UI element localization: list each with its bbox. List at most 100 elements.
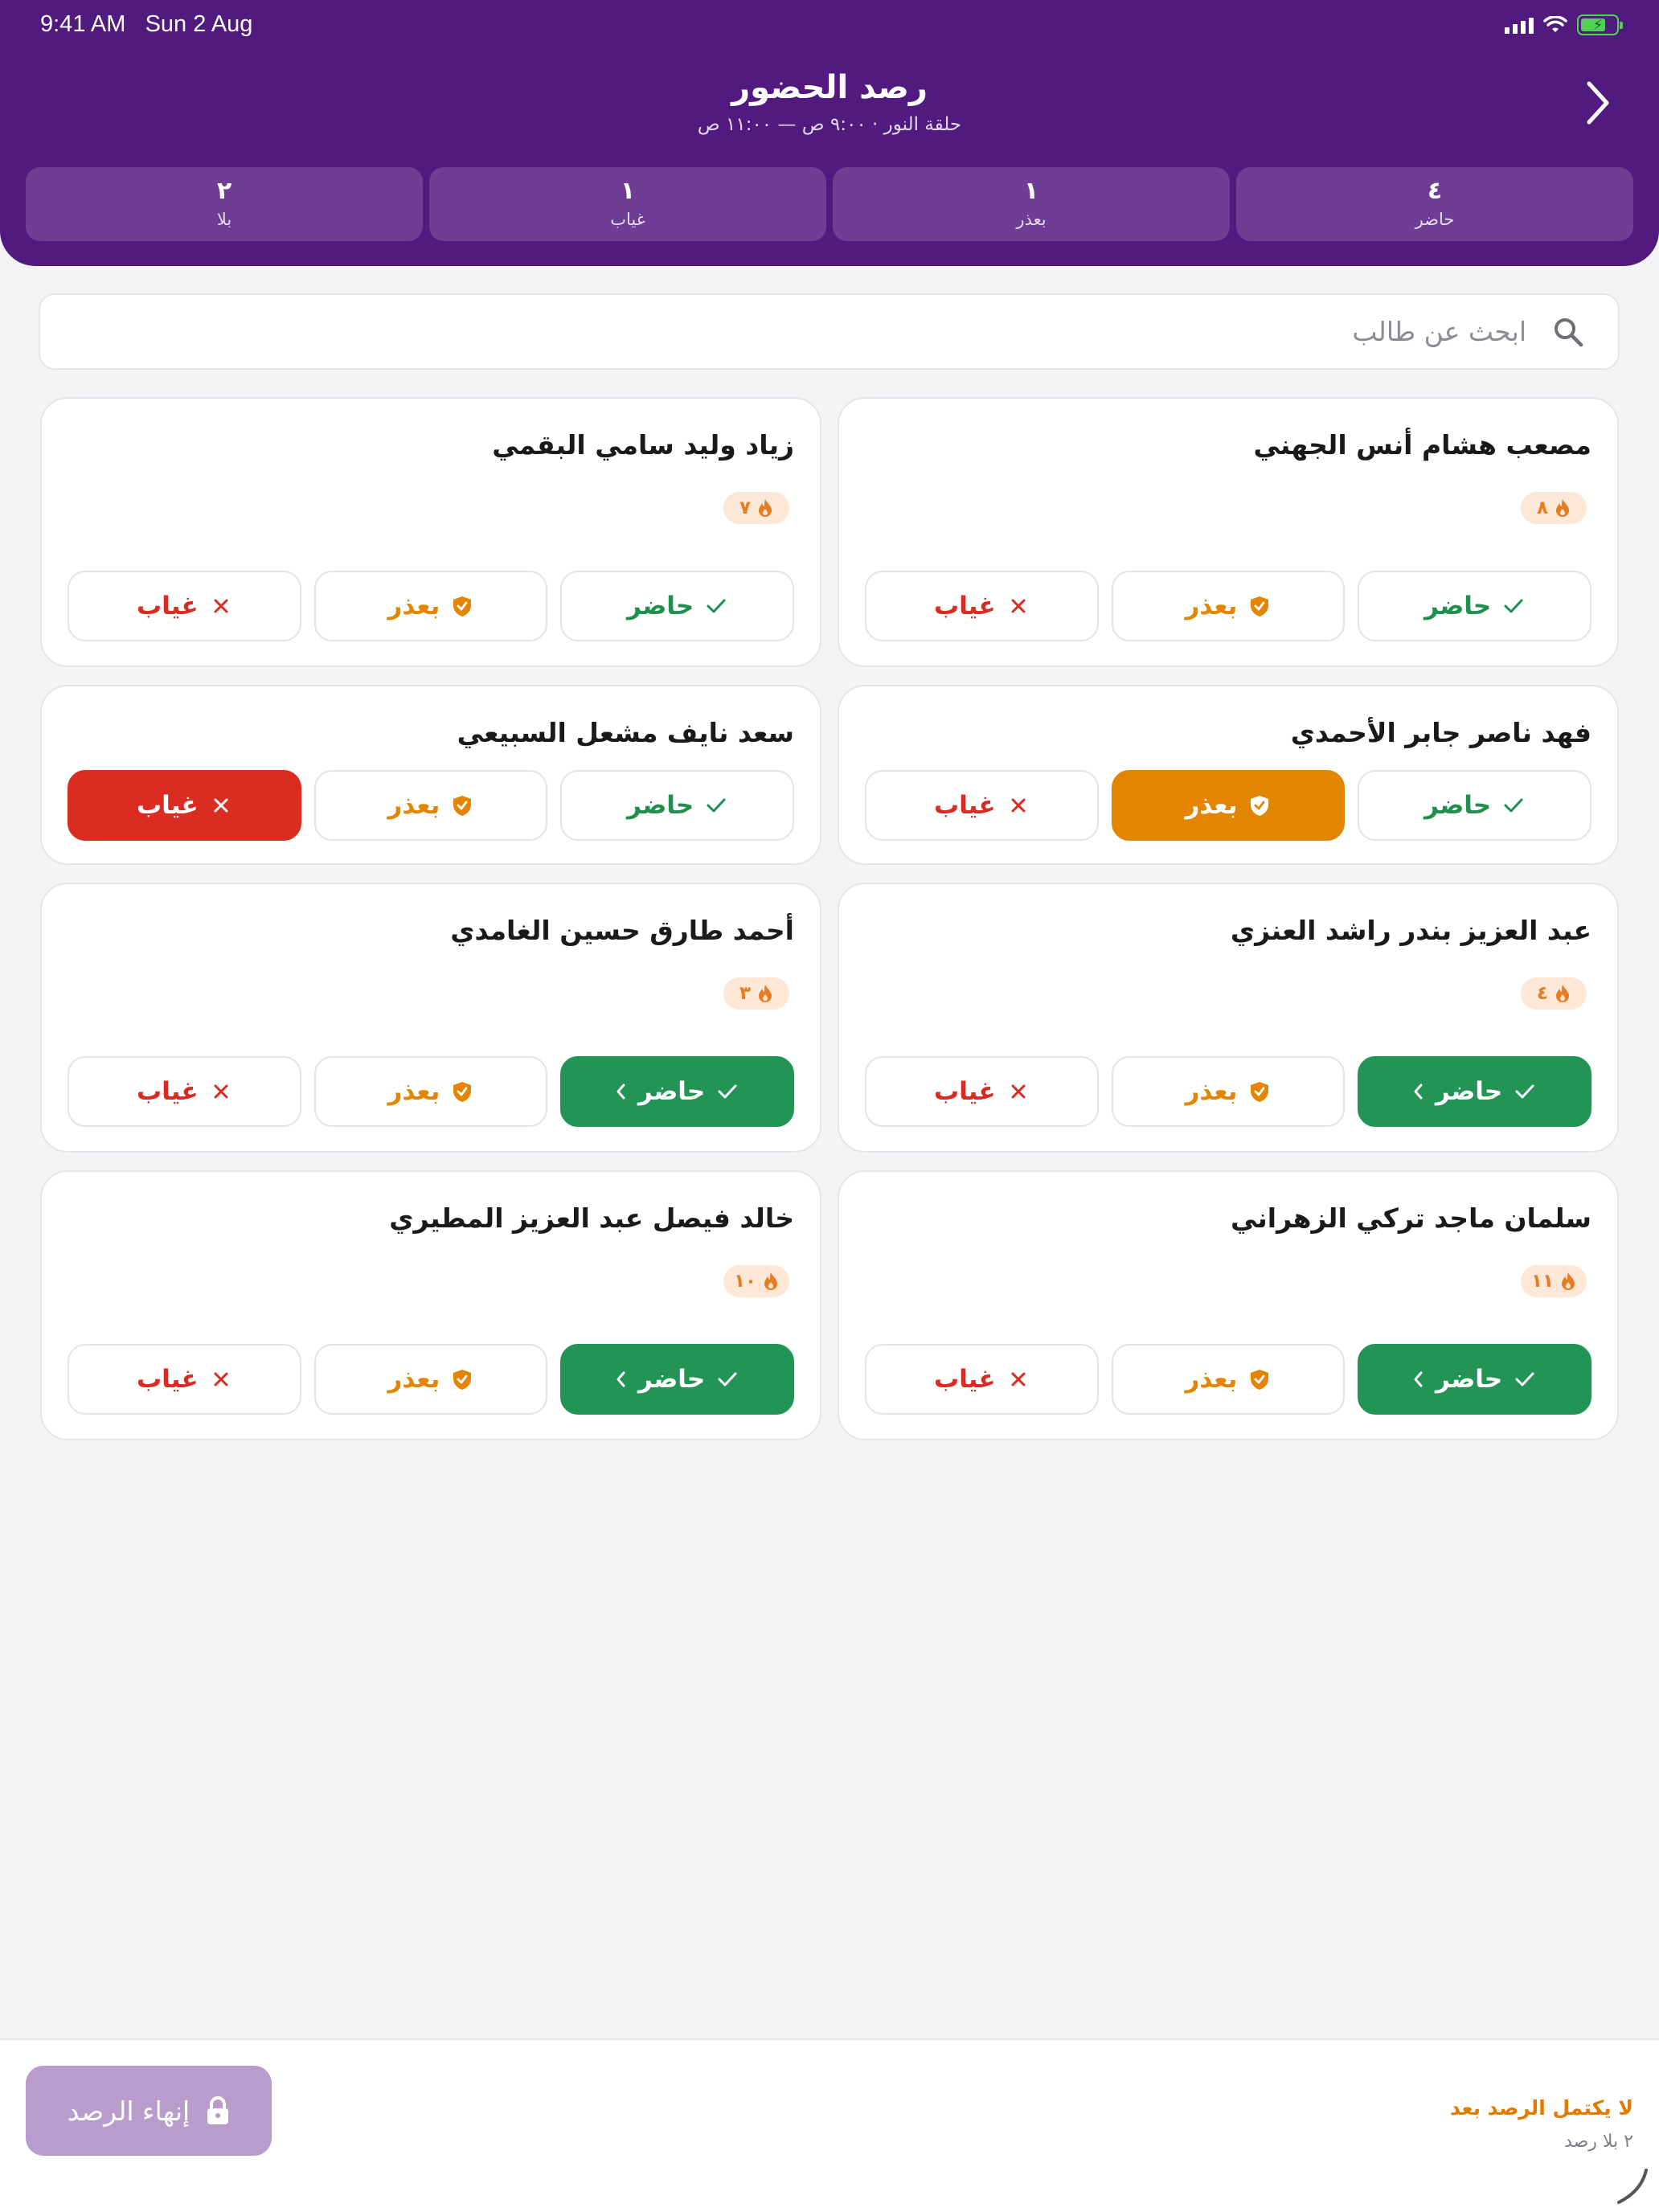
battery-icon: ⚡ xyxy=(1577,14,1623,35)
present-label: حاضر xyxy=(638,1077,706,1106)
absent-button[interactable]: غياب xyxy=(67,571,301,641)
present-button[interactable]: حاضر xyxy=(560,1344,794,1415)
stat-label: غياب xyxy=(610,210,645,229)
flame-icon xyxy=(764,1272,778,1290)
absent-label: غياب xyxy=(934,1077,996,1106)
flame-icon xyxy=(759,499,772,517)
check-icon xyxy=(1504,599,1523,613)
absent-button[interactable]: غياب xyxy=(864,571,1099,641)
attendance-buttons: حاضر بعذر غياب xyxy=(67,571,794,641)
absent-button[interactable]: غياب xyxy=(67,1056,301,1127)
absent-button[interactable]: غياب xyxy=(864,1344,1099,1415)
attendance-stats: ٤ حاضر ١ بعذر ١ غياب ٢ بلا xyxy=(26,167,1633,241)
excused-label: بعذر xyxy=(1185,1077,1238,1106)
attendance-buttons: حاضر بعذر غياب xyxy=(67,1056,794,1127)
attendance-buttons: حاضر بعذر غياب xyxy=(864,571,1591,641)
streak-count: ٧ xyxy=(739,498,752,518)
page-subtitle: حلقة النور · ٩:٠٠ ص — ١١:٠٠ ص xyxy=(697,114,962,135)
absent-label: غياب xyxy=(137,1077,199,1106)
search-icon xyxy=(1555,317,1583,346)
streak-badge: ١٠ xyxy=(723,1265,789,1297)
stat-value: ١ xyxy=(1023,177,1039,205)
excused-button[interactable]: بعذر xyxy=(1111,571,1346,641)
stat-label: بعذر xyxy=(1016,210,1047,229)
absent-label: غياب xyxy=(934,592,996,621)
excused-label: بعذر xyxy=(387,1077,440,1106)
present-label: حاضر xyxy=(1424,592,1492,621)
student-card: زياد وليد سامي البقمي ٧ حاضر بعذر غياب xyxy=(40,397,821,667)
finish-attendance-button[interactable]: إنهاء الرصد xyxy=(26,2066,272,2156)
excused-button[interactable]: بعذر xyxy=(313,1344,548,1415)
wifi-icon xyxy=(1543,16,1567,32)
streak-count: ٣ xyxy=(739,983,752,1004)
present-button[interactable]: حاضر xyxy=(1358,1056,1591,1127)
check-icon xyxy=(1504,798,1523,813)
shield-check-icon xyxy=(1251,596,1269,616)
excused-button[interactable]: بعذر xyxy=(313,770,548,841)
excused-label: بعذر xyxy=(387,592,440,621)
shield-check-icon xyxy=(453,1082,472,1102)
shield-check-icon xyxy=(453,596,472,616)
present-label: حاضر xyxy=(1436,1365,1503,1394)
streak-badge: ٨ xyxy=(1521,492,1587,524)
student-card: مصعب هشام أنس الجهني ٨ حاضر بعذر غياب xyxy=(838,397,1619,667)
search-bar[interactable] xyxy=(39,293,1620,370)
shield-check-icon xyxy=(453,796,472,816)
present-button[interactable]: حاضر xyxy=(1358,1344,1591,1415)
stat-value: ١ xyxy=(620,177,636,205)
student-name: عبد العزيز بندر راشد العنزي xyxy=(1230,915,1591,946)
x-icon xyxy=(1011,798,1026,813)
check-icon xyxy=(707,599,726,613)
absent-button[interactable]: غياب xyxy=(864,770,1099,841)
x-icon xyxy=(1011,1084,1026,1099)
stat-absent: ١ غياب xyxy=(429,167,826,241)
present-button[interactable]: حاضر xyxy=(560,1056,794,1127)
absent-button[interactable]: غياب xyxy=(864,1056,1099,1127)
x-icon xyxy=(214,599,228,613)
stat-label: بلا xyxy=(216,210,232,229)
streak-badge: ٤ xyxy=(1521,977,1587,1010)
shield-check-icon xyxy=(1251,796,1269,816)
search-input[interactable] xyxy=(40,316,1526,347)
shield-check-icon xyxy=(1251,1370,1269,1390)
excused-label: بعذر xyxy=(1185,791,1238,820)
excused-button[interactable]: بعذر xyxy=(313,1056,548,1127)
chevron-left-icon xyxy=(1414,1371,1423,1387)
x-icon xyxy=(214,1372,228,1387)
absent-button[interactable]: غياب xyxy=(67,1344,301,1415)
present-label: حاضر xyxy=(1436,1077,1503,1106)
stat-present: ٤ حاضر xyxy=(1236,167,1633,241)
present-button[interactable]: حاضر xyxy=(1358,770,1591,841)
streak-count: ٨ xyxy=(1536,498,1549,518)
clock: 9:41 AM xyxy=(40,11,126,37)
attendance-buttons: حاضر بعذر غياب xyxy=(67,1344,794,1415)
stat-unmarked: ٢ بلا xyxy=(26,167,423,241)
flame-icon xyxy=(759,985,772,1002)
excused-button[interactable]: بعذر xyxy=(1111,770,1346,841)
excused-label: بعذر xyxy=(387,791,440,820)
chevron-left-icon xyxy=(616,1083,625,1100)
check-icon xyxy=(718,1084,737,1099)
stat-label: حاضر xyxy=(1415,210,1455,229)
absent-label: غياب xyxy=(934,1365,996,1394)
present-button[interactable]: حاضر xyxy=(560,770,794,841)
student-name: أحمد طارق حسين الغامدي xyxy=(450,915,794,946)
present-button[interactable]: حاضر xyxy=(560,571,794,641)
finish-label: إنهاء الرصد xyxy=(67,2095,190,2127)
present-button[interactable]: حاضر xyxy=(1358,571,1591,641)
student-name: سعد نايف مشعل السبيعي xyxy=(457,717,794,748)
x-icon xyxy=(214,1084,228,1099)
present-label: حاضر xyxy=(627,791,694,820)
absent-button[interactable]: غياب xyxy=(67,770,301,841)
student-name: سلمان ماجد تركي الزهراني xyxy=(1231,1202,1591,1234)
excused-button[interactable]: بعذر xyxy=(313,571,548,641)
chevron-right-icon xyxy=(1587,81,1609,125)
warning-title: لا يكتمل الرصد بعد xyxy=(1450,2096,1633,2120)
present-label: حاضر xyxy=(1424,791,1492,820)
excused-button[interactable]: بعذر xyxy=(1111,1056,1346,1127)
student-name: خالد فيصل عبد العزيز المطيري xyxy=(389,1202,794,1234)
back-button[interactable] xyxy=(1575,77,1620,129)
excused-button[interactable]: بعذر xyxy=(1111,1344,1346,1415)
flame-icon xyxy=(1562,1272,1575,1290)
chevron-left-icon xyxy=(616,1371,625,1387)
